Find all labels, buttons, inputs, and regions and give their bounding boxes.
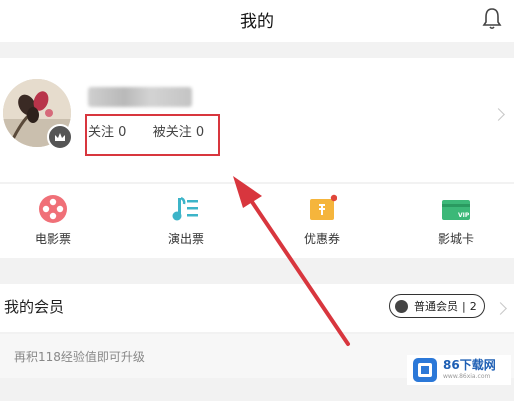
- membership-level-badge[interactable]: 普通会员 | 2: [389, 294, 485, 318]
- quick-link-movie[interactable]: 电影票: [13, 194, 93, 247]
- nickname-blurred: [88, 87, 192, 107]
- profile-card[interactable]: 关注 0 被关注 0: [0, 58, 514, 182]
- upgrade-hint: 再积118经验值即可升级: [14, 350, 145, 364]
- coupon-icon: [307, 194, 338, 224]
- quick-link-show[interactable]: 演出票: [146, 194, 226, 247]
- music-list-icon: [171, 194, 201, 224]
- quick-links: 电影票 演出票 优惠券 VIP 影城卡: [0, 184, 514, 258]
- app-header: 我的: [0, 0, 514, 42]
- site-watermark: 86下载网 www.86xia.com: [407, 355, 511, 385]
- membership-title: 我的会员: [4, 298, 65, 316]
- page-title: 我的: [240, 12, 274, 32]
- membership-row[interactable]: 我的会员 普通会员 | 2: [0, 284, 514, 332]
- watermark-logo-icon: [413, 358, 437, 382]
- chevron-right-icon: [494, 302, 507, 315]
- film-reel-icon: [38, 194, 68, 224]
- crown-icon: [47, 124, 73, 150]
- annotation-highlight-box: [85, 114, 220, 156]
- quick-link-cinema-card[interactable]: VIP 影城卡: [416, 194, 496, 247]
- chevron-right-icon: [492, 108, 505, 121]
- member-badge-icon: [395, 299, 408, 313]
- vip-card-icon: VIP: [441, 194, 471, 224]
- svg-text:VIP: VIP: [458, 212, 470, 219]
- notification-bell-icon[interactable]: [480, 6, 504, 32]
- quick-link-coupon[interactable]: 优惠券: [282, 194, 362, 247]
